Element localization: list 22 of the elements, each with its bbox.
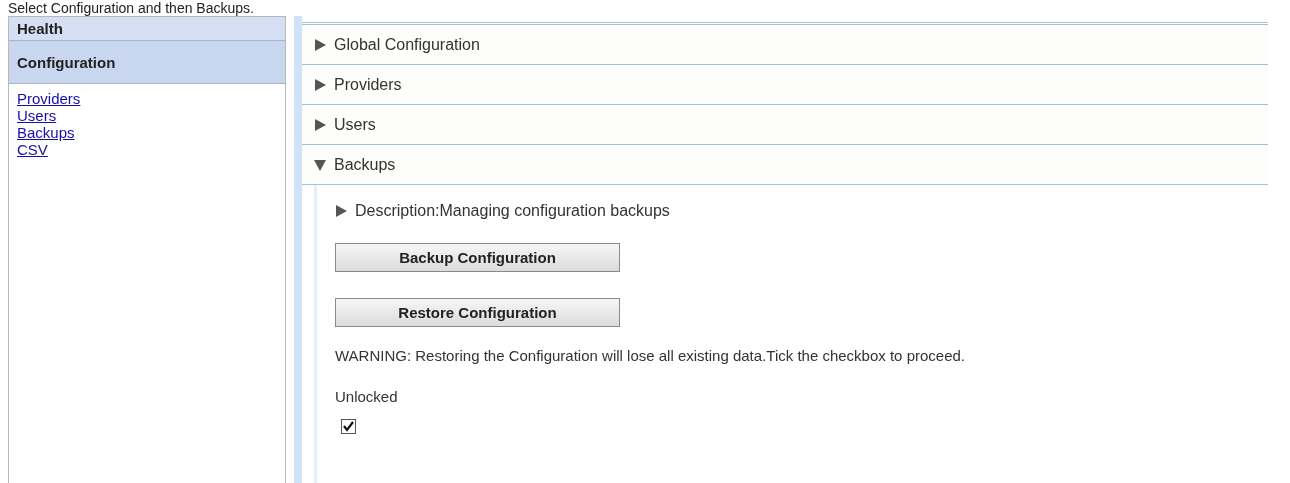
sidebar-link[interactable]: Backups <box>17 124 75 141</box>
accordion-header[interactable]: Global Configuration <box>302 25 1268 65</box>
sidebar-section[interactable]: Configuration <box>9 41 285 84</box>
sidebar-link[interactable]: Users <box>17 107 57 124</box>
sidebar-link[interactable]: CSV <box>17 141 48 158</box>
unlock-checkbox[interactable] <box>341 419 356 434</box>
expand-triangle-icon <box>314 118 326 131</box>
sidebar-section[interactable]: Health <box>9 17 285 41</box>
accordion-header[interactable]: Backups <box>302 145 1268 185</box>
collapse-triangle-icon <box>314 158 326 171</box>
lock-status-label: Unlocked <box>335 388 398 405</box>
accordion-header[interactable]: Users <box>302 105 1268 145</box>
accordion-header[interactable]: Providers <box>302 65 1268 105</box>
action-button[interactable]: Backup Configuration <box>335 243 620 272</box>
expand-triangle-icon <box>314 78 326 91</box>
expand-triangle-icon <box>335 205 347 217</box>
warning-text: WARNING: Restoring the Configuration will lose all existing data.Tick the checkbox to proceed. <box>335 347 965 364</box>
description-toggle[interactable]: Description:Managing configuration backups <box>335 185 670 223</box>
expand-triangle-icon <box>314 38 326 51</box>
caption: Select Configuration and then Backups. <box>7 0 254 16</box>
sidebar-link[interactable]: Providers <box>17 90 81 107</box>
action-button[interactable]: Restore Configuration <box>335 298 620 327</box>
